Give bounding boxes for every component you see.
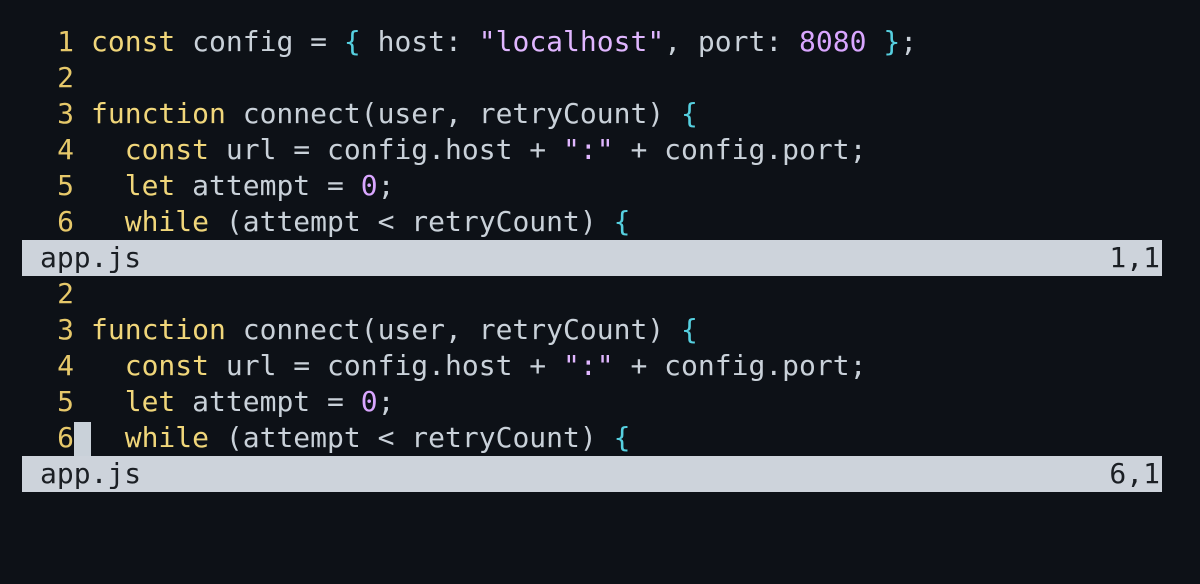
line-number: 5 [57, 385, 74, 418]
gutter-gap [74, 132, 91, 168]
status-bar-bottom: app.js 6,1 [22, 456, 1162, 492]
editor-pane-top[interactable]: 1 const config = { host: "localhost", por… [22, 24, 1162, 240]
status-filename: app.js [40, 457, 142, 490]
text-cursor [74, 422, 91, 456]
line-number: 6 [57, 421, 74, 454]
code-line[interactable]: 4 const url = config.host + ":" + config… [22, 348, 1162, 384]
code-token: { [613, 205, 631, 238]
code-line[interactable]: 3 function connect(user, retryCount) { [22, 96, 1162, 132]
code-text[interactable]: while (attempt < retryCount) { [91, 205, 631, 238]
gutter-gap [74, 312, 91, 348]
code-token: while [124, 421, 210, 454]
code-token: } [883, 25, 901, 58]
line-number: 3 [57, 97, 74, 130]
code-token: const [91, 25, 176, 58]
line-number: 2 [57, 61, 74, 94]
code-text[interactable]: let attempt = 0; [91, 385, 395, 418]
line-number: 2 [57, 277, 74, 310]
code-token: const [124, 349, 210, 382]
code-token: ; [377, 385, 395, 418]
code-token: , port: [664, 25, 800, 58]
code-token: (attempt < retryCount) [209, 421, 614, 454]
code-line[interactable]: 3 function connect(user, retryCount) { [22, 312, 1162, 348]
status-bar-top: app.js 1,1 [22, 240, 1162, 276]
code-line[interactable]: 2 [22, 60, 1162, 96]
code-token: { [681, 313, 698, 346]
code-token: attempt = [175, 169, 361, 202]
line-number: 1 [57, 25, 74, 58]
code-line[interactable]: 2 [22, 276, 1162, 312]
code-token: url = config.host + [209, 133, 564, 166]
gutter-gap [74, 204, 91, 240]
code-token: 0 [360, 169, 378, 202]
gutter-gap [74, 276, 91, 312]
gutter-gap [74, 60, 91, 96]
code-text[interactable]: const url = config.host + ":" + config.p… [91, 349, 867, 382]
code-token: connect(user, retryCount) [225, 97, 682, 130]
gutter-gap [74, 168, 91, 204]
code-line[interactable]: 1 const config = { host: "localhost", por… [22, 24, 1162, 60]
gutter-gap [74, 420, 91, 456]
vim-terminal[interactable]: 1 const config = { host: "localhost", por… [22, 24, 1162, 492]
gutter-gap [74, 348, 91, 384]
code-token: { [613, 421, 631, 454]
line-number: 6 [57, 205, 74, 238]
code-text[interactable]: const config = { host: "localhost", port… [91, 25, 917, 58]
code-line[interactable]: 6 while (attempt < retryCount) { [22, 420, 1162, 456]
code-token: + config.port; [613, 133, 867, 166]
status-cursor-position: 1,1 [1109, 241, 1160, 274]
code-token: ":" [563, 349, 614, 382]
code-token: ":" [563, 133, 614, 166]
line-number: 3 [57, 313, 74, 346]
code-token: const [124, 133, 210, 166]
line-number: 4 [57, 133, 74, 166]
code-token: { [681, 97, 698, 130]
code-line[interactable]: 4 const url = config.host + ":" + config… [22, 132, 1162, 168]
code-token: url = config.host + [209, 349, 564, 382]
code-token: { [343, 25, 361, 58]
code-token: function [91, 313, 226, 346]
gutter-gap [74, 24, 91, 60]
status-filename: app.js [40, 241, 142, 274]
code-token: "localhost" [478, 25, 665, 58]
code-text[interactable]: let attempt = 0; [91, 169, 395, 202]
line-number: 5 [57, 169, 74, 202]
code-text[interactable]: while (attempt < retryCount) { [91, 421, 631, 454]
status-cursor-position: 6,1 [1109, 457, 1160, 490]
code-token: attempt = [175, 385, 361, 418]
code-token: function [91, 97, 226, 130]
code-token: host: [360, 25, 479, 58]
code-line[interactable]: 5 let attempt = 0; [22, 168, 1162, 204]
code-text[interactable]: const url = config.host + ":" + config.p… [91, 133, 867, 166]
gutter-gap [74, 96, 91, 132]
code-token: config = [175, 25, 344, 58]
code-token: let [124, 385, 176, 418]
gutter-gap [74, 384, 91, 420]
code-token: 8080 [799, 25, 867, 58]
code-line[interactable]: 5 let attempt = 0; [22, 384, 1162, 420]
code-token: + config.port; [613, 349, 867, 382]
code-token: while [124, 205, 210, 238]
editor-pane-bottom[interactable]: 2 3 function connect(user, retryCount) {4 … [22, 276, 1162, 456]
code-token: connect(user, retryCount) [225, 313, 682, 346]
code-token: let [124, 169, 176, 202]
code-line[interactable]: 6 while (attempt < retryCount) { [22, 204, 1162, 240]
code-token: ; [377, 169, 395, 202]
code-text[interactable]: function connect(user, retryCount) { [91, 97, 698, 130]
code-token: (attempt < retryCount) [209, 205, 614, 238]
code-token: ; [900, 25, 918, 58]
code-text[interactable]: function connect(user, retryCount) { [91, 313, 698, 346]
code-token: 0 [360, 385, 378, 418]
line-number: 4 [57, 349, 74, 382]
